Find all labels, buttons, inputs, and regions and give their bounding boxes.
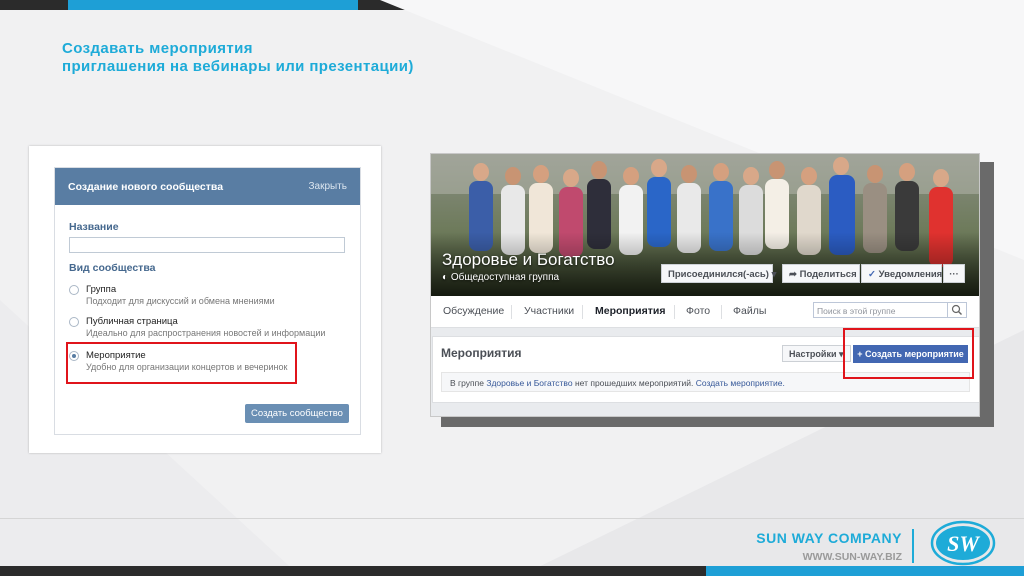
tab-divider bbox=[721, 305, 722, 319]
create-community-button[interactable]: Создать сообщество bbox=[245, 404, 349, 423]
radio-icon[interactable] bbox=[69, 285, 79, 295]
share-icon: ➦ bbox=[789, 269, 797, 280]
share-button[interactable]: ➦ Поделиться bbox=[782, 264, 860, 283]
note-prefix: В группе bbox=[450, 378, 487, 388]
search-icon[interactable] bbox=[947, 303, 966, 317]
dialog-header: Создание нового сообщества Закрыть bbox=[55, 168, 360, 205]
group-name[interactable]: Здоровье и Богатство bbox=[442, 250, 615, 270]
title-line-2: приглашения на вебинары или презентации) bbox=[62, 58, 414, 75]
name-label: Название bbox=[69, 221, 119, 233]
group-search-input[interactable]: Поиск в этой группе bbox=[813, 302, 967, 318]
slide-title: Создавать мероприятия приглашения на веб… bbox=[62, 40, 414, 76]
bottom-bar bbox=[0, 566, 1024, 576]
globe-icon: ◐ bbox=[442, 272, 449, 283]
name-input[interactable] bbox=[69, 237, 345, 253]
tab-photos[interactable]: Фото bbox=[686, 296, 710, 327]
footer-separator bbox=[912, 529, 914, 563]
note-middle: нет прошедших мероприятий. bbox=[572, 378, 696, 388]
vk-dialog-screenshot: Создание нового сообщества Закрыть Назва… bbox=[29, 146, 381, 453]
footer-divider bbox=[0, 518, 1024, 519]
caret-down-icon: ▾ bbox=[771, 269, 777, 280]
search-placeholder: Поиск в этой группе bbox=[817, 306, 896, 316]
joined-button[interactable]: Присоединился(-ась) ▾ bbox=[661, 264, 776, 283]
tab-divider bbox=[511, 305, 512, 319]
company-name: SUN WAY COMPANY bbox=[756, 530, 902, 546]
tab-events[interactable]: Мероприятия bbox=[595, 296, 665, 327]
title-line-1: Создавать мероприятия bbox=[62, 40, 253, 57]
notifications-button[interactable]: ✓ Уведомления bbox=[861, 264, 942, 283]
events-title: Мероприятия bbox=[441, 346, 522, 360]
dialog-title: Создание нового сообщества bbox=[68, 180, 224, 193]
tab-members[interactable]: Участники bbox=[524, 296, 574, 327]
more-button[interactable]: ··· bbox=[943, 264, 965, 283]
tab-divider bbox=[674, 305, 675, 319]
joined-label: Присоединился(-ась) bbox=[668, 269, 769, 280]
check-icon: ✓ bbox=[868, 269, 876, 280]
note-group-link[interactable]: Здоровье и Богатство bbox=[486, 378, 572, 388]
bottom-accent bbox=[706, 566, 1024, 576]
option-title: Публичная страница bbox=[86, 316, 178, 327]
highlight-box-event-option bbox=[66, 342, 297, 384]
tab-divider bbox=[582, 305, 583, 319]
highlight-box-create-event bbox=[843, 328, 974, 379]
sunway-logo-icon: SW bbox=[930, 520, 996, 566]
share-label: Поделиться bbox=[799, 269, 857, 280]
company-website: WWW.SUN-WAY.BIZ bbox=[802, 551, 902, 563]
note-create-link[interactable]: Создать мероприятие. bbox=[696, 378, 785, 388]
company-block: SUN WAY COMPANY WWW.SUN-WAY.BIZ bbox=[756, 530, 902, 563]
option-title: Группа bbox=[86, 284, 117, 295]
option-desc: Подходит для дискуссий и обмена мнениями bbox=[86, 296, 275, 306]
group-type-label: Общедоступная группа bbox=[450, 272, 560, 283]
create-community-dialog: Создание нового сообщества Закрыть Назва… bbox=[54, 167, 361, 435]
tab-discussion[interactable]: Обсуждение bbox=[443, 296, 504, 327]
type-label: Вид сообщества bbox=[69, 262, 156, 274]
close-button[interactable]: Закрыть bbox=[308, 181, 347, 192]
tab-files[interactable]: Файлы bbox=[733, 296, 766, 327]
group-type: ◐ Общедоступная группа bbox=[442, 272, 559, 283]
notifications-label: Уведомления bbox=[878, 269, 943, 280]
settings-label: Настройки bbox=[789, 349, 837, 359]
radio-icon[interactable] bbox=[69, 317, 79, 327]
option-desc: Идеально для распространения новостей и … bbox=[86, 328, 326, 338]
settings-dropdown[interactable]: Настройки ▾ bbox=[782, 345, 851, 362]
logo-text: SW bbox=[947, 531, 980, 556]
